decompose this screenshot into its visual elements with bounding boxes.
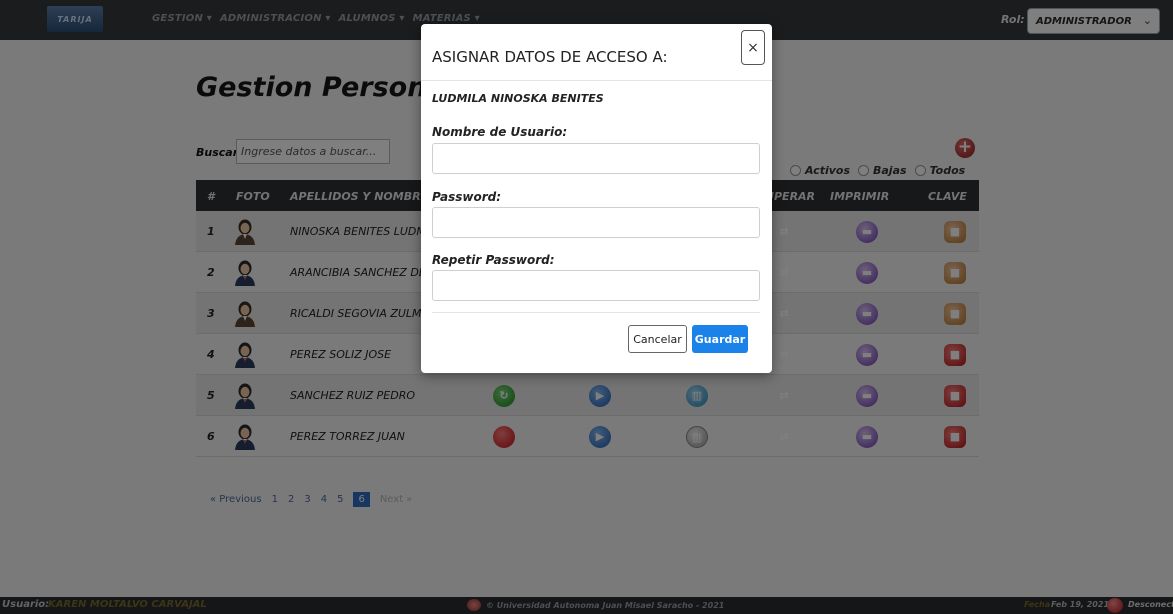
username-input[interactable]	[432, 143, 760, 174]
repeat-password-label: Repetir Password:	[432, 253, 555, 267]
modal-divider	[421, 80, 772, 81]
password-label: Password:	[432, 190, 502, 204]
access-modal: ASIGNAR DATOS DE ACCESO A: × LUDMILA NIN…	[421, 24, 772, 373]
close-button[interactable]: ×	[741, 30, 765, 65]
modal-title: ASIGNAR DATOS DE ACCESO A:	[432, 48, 668, 66]
close-icon: ×	[747, 39, 759, 56]
modal-divider	[432, 312, 760, 313]
cancel-button[interactable]: Cancelar	[628, 325, 687, 353]
password-input[interactable]	[432, 207, 760, 238]
save-button[interactable]: Guardar	[692, 325, 748, 353]
person-name: LUDMILA NINOSKA BENITES	[432, 92, 604, 105]
username-label: Nombre de Usuario:	[432, 125, 568, 139]
repeat-password-input[interactable]	[432, 270, 760, 301]
